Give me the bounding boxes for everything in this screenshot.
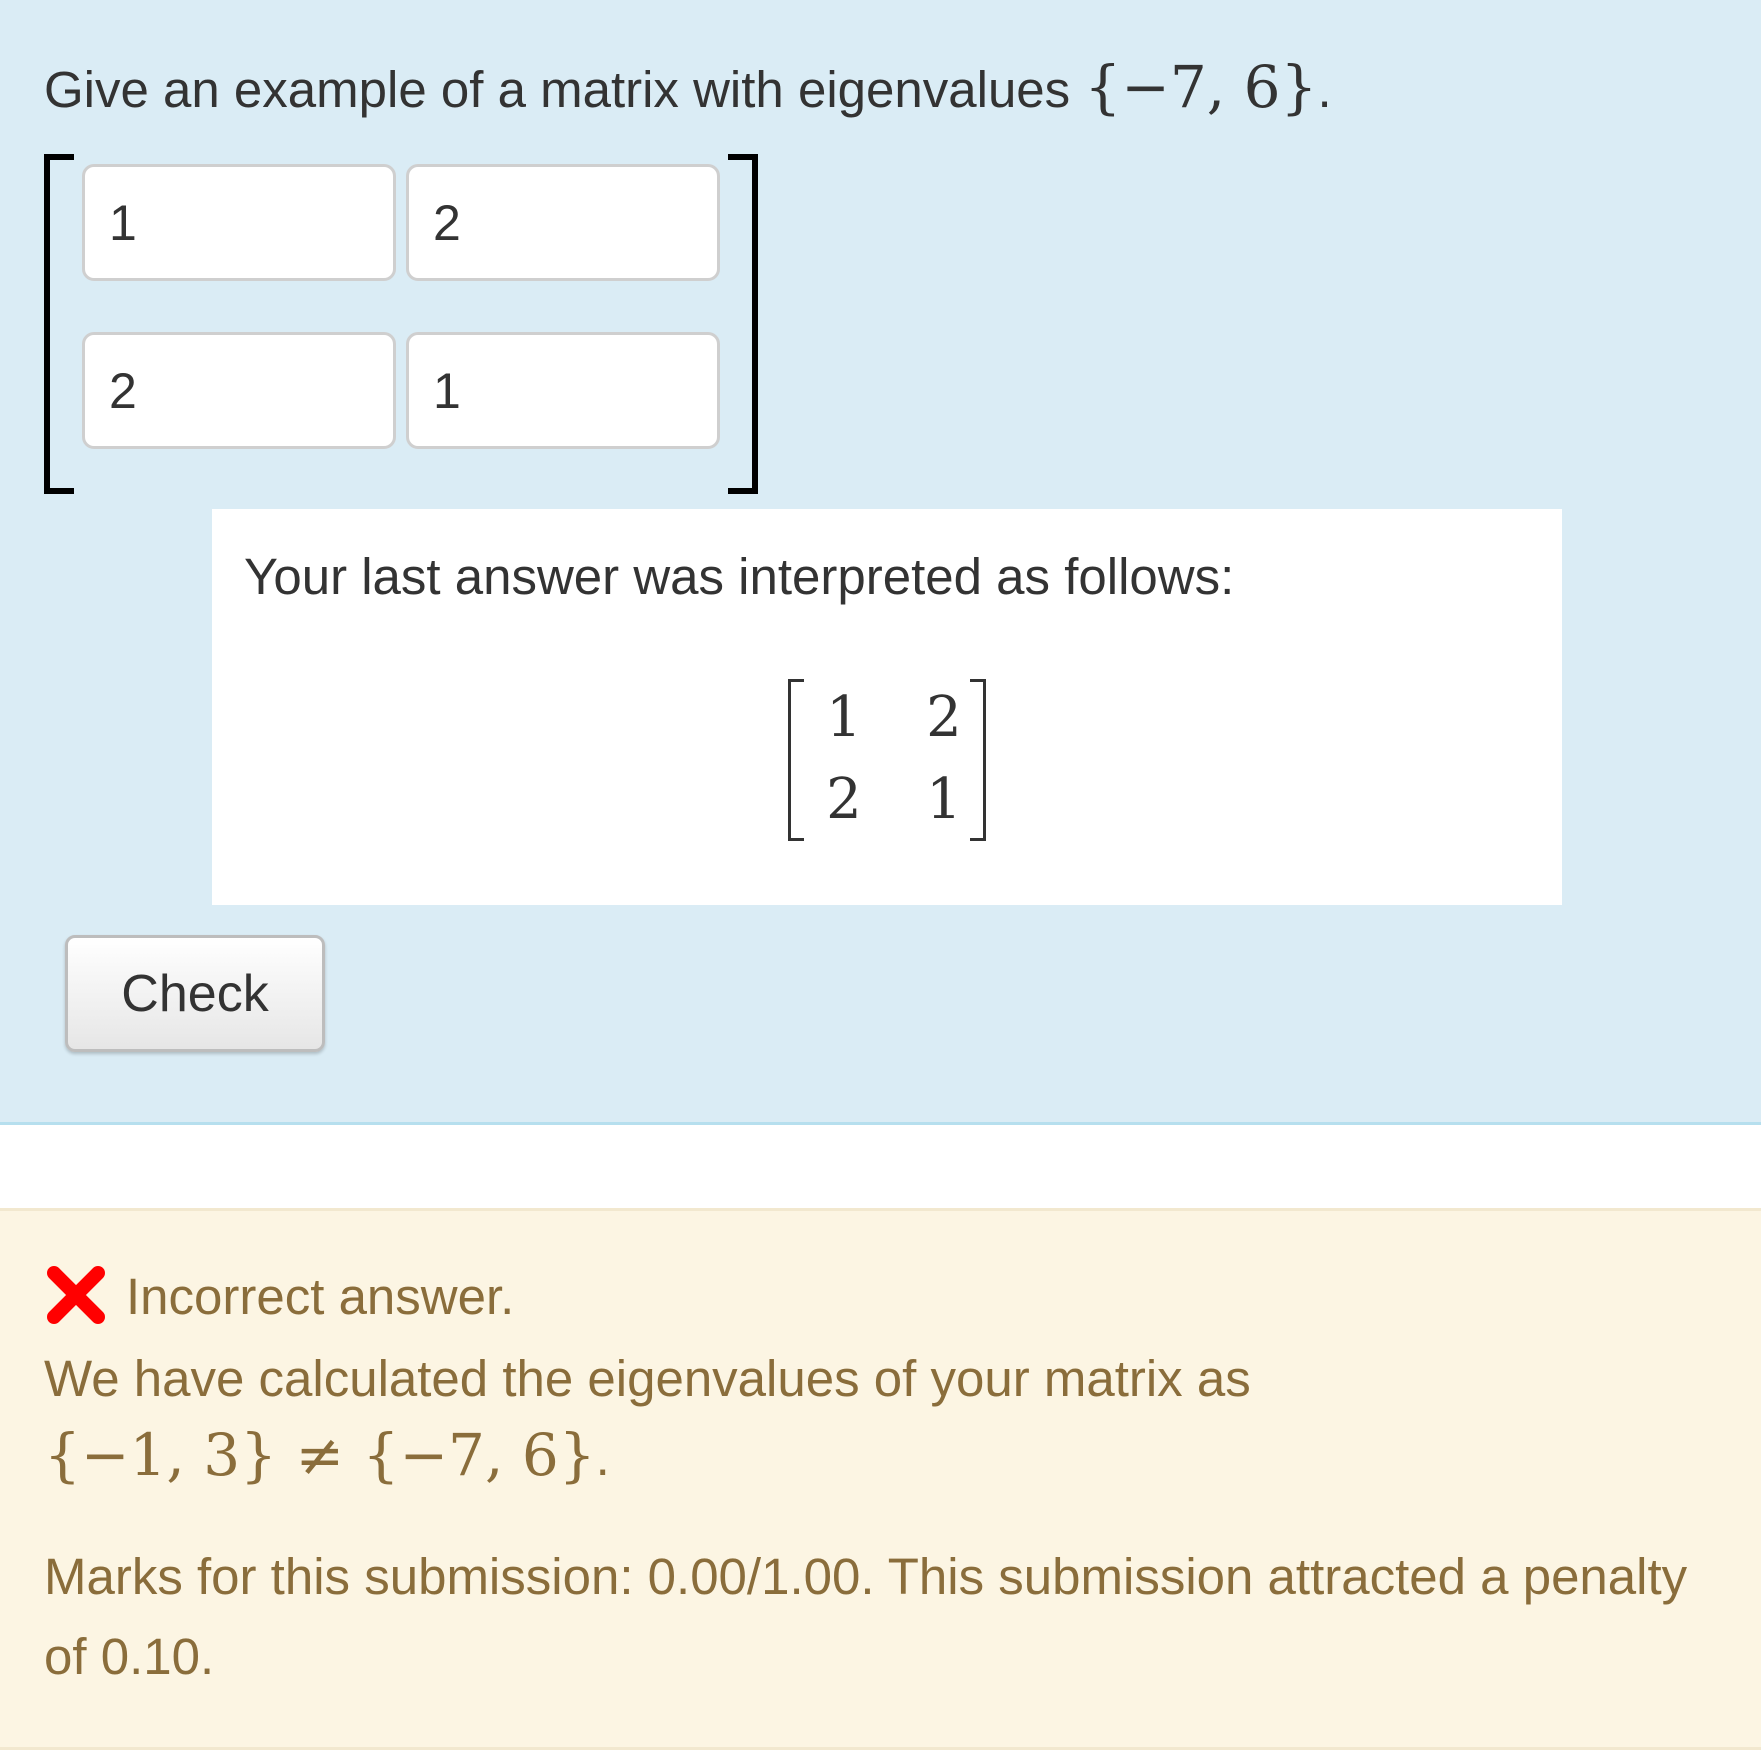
interpreted-entry-r1c1: 1 — [826, 685, 862, 750]
feedback-status: Incorrect answer. — [126, 1268, 515, 1325]
feedback-eigenvalue-comparison: {−1, 3} ≠ {−7, 6}. — [44, 1421, 610, 1489]
matrix-right-bracket — [728, 154, 758, 494]
question-formulation: Give an example of a matrix with eigenva… — [0, 0, 1761, 1125]
interpreted-entry-r2c2: 1 — [926, 767, 962, 832]
question-period: . — [1317, 61, 1332, 118]
matrix-input-r2c1[interactable] — [82, 332, 396, 449]
question-prompt: Give an example of a matrix with eigenva… — [44, 61, 1085, 118]
cross-icon — [47, 1266, 105, 1324]
question-text: Give an example of a matrix with eigenva… — [44, 52, 1332, 125]
interpreted-entry-r1c2: 2 — [926, 685, 962, 750]
feedback-period: . — [595, 1429, 610, 1486]
interpreted-entry-r2c1: 2 — [826, 767, 862, 832]
matrix-input-r2c2[interactable] — [406, 332, 720, 449]
question-eigenvalues-math: {−7, 6} — [1084, 53, 1318, 121]
feedback-marks: Marks for this submission: 0.00/1.00. Th… — [44, 1548, 1688, 1685]
interpreted-matrix: 1 2 2 1 — [788, 679, 986, 841]
feedback-eigenvalue-math: {−1, 3} ≠ {−7, 6} — [44, 1421, 596, 1489]
matrix-left-bracket — [44, 154, 74, 494]
validation-text: Your last answer was interpreted as foll… — [244, 548, 1235, 605]
feedback-explanation: We have calculated the eigenvalues of yo… — [44, 1350, 1251, 1407]
answer-validation-box: Your last answer was interpreted as foll… — [212, 509, 1562, 905]
feedback-panel: Incorrect answer. We have calculated the… — [0, 1208, 1761, 1750]
check-button[interactable]: Check — [65, 935, 325, 1052]
matrix-input-r1c2[interactable] — [406, 164, 720, 281]
matrix-input-r1c1[interactable] — [82, 164, 396, 281]
interpreted-matrix-left-bracket — [788, 679, 804, 841]
